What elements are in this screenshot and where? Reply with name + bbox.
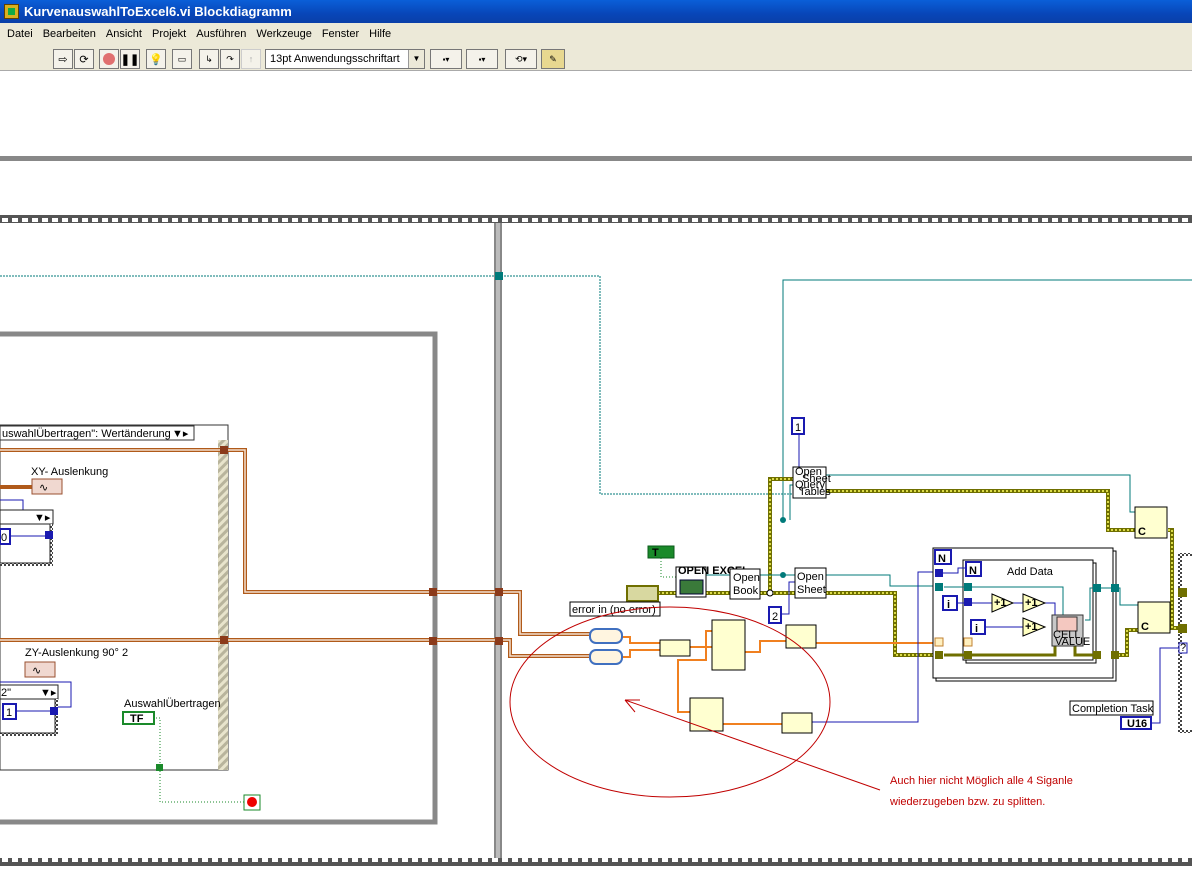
menu-bar: Datei Bearbeiten Ansicht Projekt Ausführ… <box>0 23 1192 45</box>
chevron-down-icon[interactable]: ▼▸ <box>172 428 189 440</box>
step-over-icon[interactable]: ↷ <box>220 49 240 69</box>
increment-label: +1 <box>994 597 1007 609</box>
font-select-value: 13pt Anwendungsschriftart <box>270 53 400 65</box>
chevron-down-icon[interactable]: ▼▸ <box>34 512 51 524</box>
block-diagram-canvas[interactable]: uswahlÜbertragen": Wertänderung ▼▸ XY- A… <box>0 71 1192 883</box>
subvi-label: Tables <box>799 486 831 498</box>
array-subset-node[interactable] <box>711 619 746 671</box>
zy-auslenkung-label: ZY-Auslenkung 90° 2 <box>25 647 128 659</box>
clean-up-icon[interactable]: ✎ <box>541 49 565 69</box>
highlight-execution-icon[interactable]: 💡 <box>146 49 166 69</box>
annotation-text: Auch hier nicht Möglich alle 4 Siganle <box>890 775 1073 787</box>
tf-label: TF <box>130 713 144 725</box>
menu-werkzeuge[interactable]: Werkzeuge <box>251 28 316 40</box>
increment-label: +1 <box>1025 621 1038 633</box>
subvi-label: Book <box>733 585 759 597</box>
error-in-label: error in (no error) <box>572 604 656 616</box>
tunnel <box>495 272 503 280</box>
step-out-icon[interactable]: ↑ <box>241 49 261 69</box>
menu-hilfe[interactable]: Hilfe <box>364 28 396 40</box>
reference-wire[interactable] <box>0 275 795 495</box>
subvi-label: Open <box>733 572 760 584</box>
constant-value: 1 <box>795 422 801 434</box>
chevron-down-icon: ▼ <box>408 50 424 68</box>
true-constant-label: T <box>652 547 659 559</box>
title-bar: KurvenauswahlToExcel6.vi Blockdiagramm <box>0 0 1192 23</box>
menu-datei[interactable]: Datei <box>2 28 38 40</box>
error-in-terminal[interactable] <box>626 585 659 602</box>
chevron-down-icon[interactable]: ▼▸ <box>40 687 57 699</box>
transpose-array-node[interactable] <box>785 624 817 649</box>
loop-i-label: i <box>975 623 978 635</box>
add-data-label: Add Data <box>1007 566 1054 578</box>
subvi-label: VALUE <box>1055 636 1090 648</box>
run-arrow-icon[interactable]: ⇨ <box>53 49 73 69</box>
close-c-label: C <box>1138 526 1146 538</box>
constant-value: 0 <box>1 532 7 544</box>
auswahl-uebertragen-label: AuswahlÜbertragen <box>124 698 221 710</box>
constant-value: 1 <box>6 707 12 719</box>
distribute-icon[interactable]: ▪▾ <box>466 49 498 69</box>
reorder-icon[interactable]: ⟲▾ <box>505 49 537 69</box>
xy-auslenkung-label: XY- Auslenkung <box>31 466 108 478</box>
align-icon[interactable]: ▪▾ <box>430 49 462 69</box>
sequence-top-border[interactable] <box>0 215 1192 223</box>
menu-ausfuehren[interactable]: Ausführen <box>191 28 251 40</box>
svg-text:∿: ∿ <box>39 482 48 494</box>
subvi-label: Open <box>797 571 824 583</box>
subvi-label: Sheet <box>797 584 826 596</box>
annotation-arrow <box>624 699 881 791</box>
abort-icon[interactable] <box>99 49 119 69</box>
case-selector-value: 2" <box>1 687 11 699</box>
while-loop-border[interactable] <box>0 331 438 825</box>
increment-label: +1 <box>1025 597 1038 609</box>
reference-wire[interactable] <box>782 279 1192 520</box>
tunnel <box>220 446 503 645</box>
window-title: KurvenauswahlToExcel6.vi Blockdiagramm <box>24 4 292 19</box>
build-array-node[interactable] <box>659 639 691 657</box>
labview-vi-icon <box>4 4 19 19</box>
constant-value: 2 <box>772 611 778 623</box>
waveform-to-array-node[interactable] <box>589 628 623 665</box>
svg-text:?: ? <box>1180 642 1186 654</box>
annotation-text: wiederzugeben bzw. zu splitten. <box>889 796 1045 808</box>
step-into-icon[interactable]: ↳ <box>199 49 219 69</box>
run-continuously-icon[interactable]: ⟳ <box>74 49 94 69</box>
pause-icon[interactable]: ❚❚ <box>120 49 140 69</box>
menu-projekt[interactable]: Projekt <box>147 28 191 40</box>
event-case-label: uswahlÜbertragen": Wertänderung <box>2 428 171 440</box>
stop-icon <box>247 797 257 807</box>
sequence-bottom-border[interactable] <box>0 858 1192 866</box>
array-size-node[interactable] <box>689 697 724 732</box>
menu-ansicht[interactable]: Ansicht <box>101 28 147 40</box>
completion-task-label: Completion Task <box>1072 703 1154 715</box>
u16-label: U16 <box>1127 718 1147 730</box>
loop-n-label: N <box>969 565 977 577</box>
menu-bearbeiten[interactable]: Bearbeiten <box>38 28 101 40</box>
loop-n-label: N <box>938 553 946 565</box>
font-select[interactable]: 13pt Anwendungsschriftart ▼ <box>265 49 425 69</box>
retain-wire-values-icon[interactable]: ▭ <box>172 49 192 69</box>
menu-fenster[interactable]: Fenster <box>317 28 364 40</box>
loop-i-label: i <box>947 599 950 611</box>
svg-text:∿: ∿ <box>32 665 41 677</box>
close-c-label: C <box>1141 621 1149 633</box>
array-size-node[interactable] <box>781 712 813 734</box>
front-structure-border <box>0 156 1192 161</box>
toolbar: ⇨ ⟳ ❚❚ 💡 ▭ ↳ ↷ ↑ 13pt Anwendungsschrifta… <box>0 45 1192 71</box>
